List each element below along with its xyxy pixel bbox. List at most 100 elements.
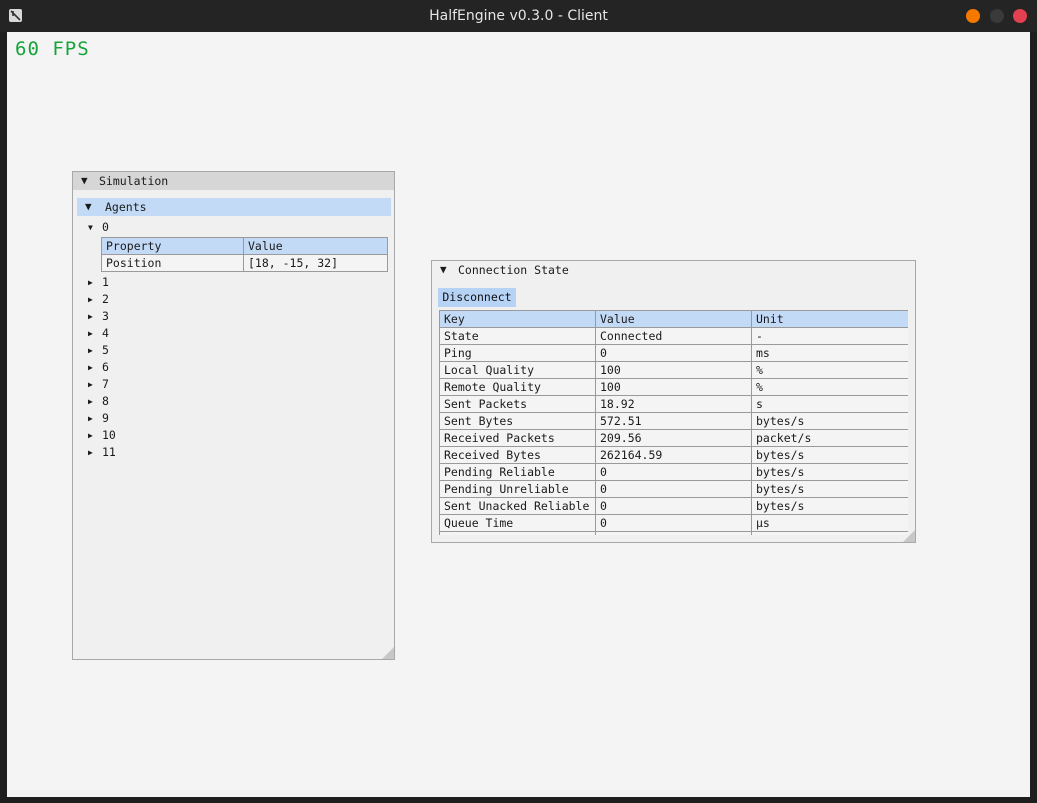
window-title: HalfEngine v0.3.0 - Client — [429, 8, 608, 24]
cell-unit: % — [751, 378, 908, 396]
connection-panel-header[interactable]: ▼ Connection State — [432, 261, 915, 279]
cell-key: Sent Packets — [439, 395, 596, 413]
collapse-icon[interactable]: ▼ — [88, 219, 93, 236]
agent-node[interactable]: ▶ 11 — [88, 444, 288, 461]
connection-panel-title: Connection State — [458, 263, 569, 277]
agent-label: 3 — [102, 309, 109, 323]
agents-label: Agents — [105, 200, 147, 214]
table-row: Local Quality 100% — [439, 361, 908, 379]
cell-value: Connected — [595, 327, 752, 345]
cell-unit: bytes/s — [751, 446, 908, 464]
cell-value: 0 — [595, 480, 752, 498]
table-row: Received Packets 209.56 packet/s — [439, 429, 908, 447]
cell-unit: % — [751, 361, 908, 379]
connection-stats-table: Key Value Unit State Connected - Ping 0 ms Loc… — [439, 310, 908, 535]
agent-label: 11 — [102, 445, 116, 459]
expand-icon[interactable]: ▶ — [88, 444, 93, 461]
expand-icon[interactable]: ▶ — [88, 274, 93, 291]
expand-icon[interactable]: ▶ — [88, 427, 93, 444]
agent-label: 1 — [102, 275, 109, 289]
resize-grip[interactable] — [382, 647, 394, 659]
table-row: Ping 0 ms — [439, 344, 908, 362]
window-titlebar: HalfEngine v0.3.0 - Client — [0, 0, 1037, 32]
collapse-icon[interactable]: ▼ — [85, 198, 92, 216]
agent-node-0[interactable]: ▼ 0 — [88, 219, 288, 236]
expand-icon[interactable]: ▶ — [88, 308, 93, 325]
cell-unit: bytes/s — [751, 463, 908, 481]
table-header-row: Key Value Unit — [439, 310, 908, 328]
cell-value: 262164.59 — [595, 446, 752, 464]
agent-node[interactable]: ▶ 9 — [88, 410, 288, 427]
disconnect-button[interactable]: Disconnect — [438, 288, 516, 307]
fps-counter: 60 FPS — [15, 38, 90, 60]
agent-node[interactable]: ▶ 5 — [88, 342, 288, 359]
minimize-button[interactable] — [966, 9, 980, 23]
simulation-panel-header[interactable]: ▼ Simulation — [73, 172, 394, 190]
cell-key: Received Packets — [439, 429, 596, 447]
agent-node[interactable]: ▶ 3 — [88, 308, 288, 325]
table-row: Pending Unreliable 0 bytes/s — [439, 480, 908, 498]
table-row: State Connected - — [439, 327, 908, 345]
agent-label: 8 — [102, 394, 109, 408]
agent-node[interactable]: ▶ 8 — [88, 393, 288, 410]
cell-unit: µs — [751, 514, 908, 532]
connection-state-panel: ▼ Connection State Disconnect Key Value … — [431, 260, 916, 543]
expand-icon[interactable]: ▶ — [88, 325, 93, 342]
cell-key: Sent Bytes — [439, 412, 596, 430]
cell-value: 572.51 — [595, 412, 752, 430]
agent-label: 6 — [102, 360, 109, 374]
expand-icon[interactable]: ▶ — [88, 410, 93, 427]
agent-node[interactable]: ▶ 7 — [88, 376, 288, 393]
table-row — [439, 531, 908, 535]
expand-icon[interactable]: ▶ — [88, 291, 93, 308]
table-header-row: Property Value — [101, 237, 388, 255]
cell-key: Pending Unreliable — [439, 480, 596, 498]
agent-property-table: Property Value Position [18, -15, 32] — [101, 237, 388, 272]
resize-grip[interactable] — [903, 530, 915, 542]
table-row: Position [18, -15, 32] — [101, 254, 388, 272]
cell-value: 0 — [595, 497, 752, 515]
cell-key: Pending Reliable — [439, 463, 596, 481]
cell-value: 100 — [595, 361, 752, 379]
collapse-icon[interactable]: ▼ — [81, 172, 88, 190]
expand-icon[interactable]: ▶ — [88, 393, 93, 410]
column-header-value: Value — [243, 237, 388, 255]
table-row: Sent Unacked Reliable 0 bytes/s — [439, 497, 908, 515]
cell-empty — [595, 531, 752, 535]
agent-node[interactable]: ▶ 4 — [88, 325, 288, 342]
agent-label: 5 — [102, 343, 109, 357]
agent-node[interactable]: ▶ 1 — [88, 274, 288, 291]
cell-value: 0 — [595, 514, 752, 532]
cell-unit: packet/s — [751, 429, 908, 447]
cell-key: Queue Time — [439, 514, 596, 532]
cell-unit: s — [751, 395, 908, 413]
agent-label: 4 — [102, 326, 109, 340]
collapse-icon[interactable]: ▼ — [440, 261, 447, 279]
cell-unit: bytes/s — [751, 497, 908, 515]
table-row: Pending Reliable 0 bytes/s — [439, 463, 908, 481]
expand-icon[interactable]: ▶ — [88, 376, 93, 393]
cell-key: Ping — [439, 344, 596, 362]
column-header-unit: Unit — [751, 310, 908, 328]
connection-table-scroll[interactable]: Key Value Unit State Connected - Ping 0 ms Loc… — [439, 310, 908, 535]
close-button[interactable] — [1013, 9, 1027, 23]
cell-value: 209.56 — [595, 429, 752, 447]
agent-node[interactable]: ▶ 2 — [88, 291, 288, 308]
table-row: Received Bytes 262164.59 bytes/s — [439, 446, 908, 464]
cell-empty — [439, 531, 596, 535]
agent-label: 9 — [102, 411, 109, 425]
maximize-button[interactable] — [990, 9, 1004, 23]
table-row: Queue Time 0 µs — [439, 514, 908, 532]
agent-label: 7 — [102, 377, 109, 391]
table-row: Sent Packets 18.92 s — [439, 395, 908, 413]
agents-tree-header[interactable]: ▼ Agents — [77, 198, 391, 216]
agent-node[interactable]: ▶ 6 — [88, 359, 288, 376]
expand-icon[interactable]: ▶ — [88, 342, 93, 359]
property-value: [18, -15, 32] — [243, 254, 388, 272]
cell-unit: ms — [751, 344, 908, 362]
agent-node[interactable]: ▶ 10 — [88, 427, 288, 444]
expand-icon[interactable]: ▶ — [88, 359, 93, 376]
agent-label: 0 — [102, 220, 109, 234]
cell-unit: bytes/s — [751, 480, 908, 498]
cell-empty — [751, 531, 908, 535]
